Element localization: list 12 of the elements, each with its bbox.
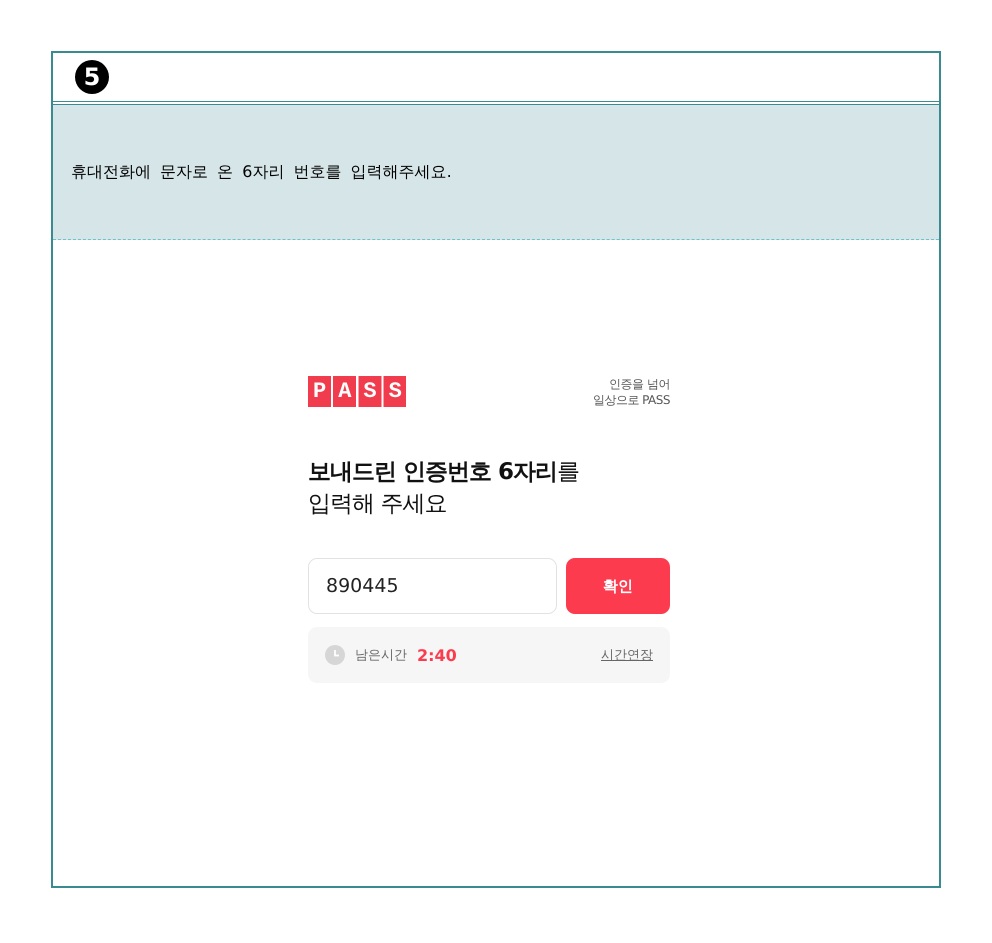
slogan-text: 일상으로 PASS [592,392,670,408]
clock-icon [325,645,345,665]
instruction-text: 휴대전화에 문자로 온 6자리 번호를 입력해주세요. [71,162,452,182]
step-number-badge: 5 [75,60,109,94]
heading-text: 입력해 주세요 [308,490,448,519]
heading-text: 보내드린 인증번호 6자리를 [308,458,580,487]
remaining-time-label: 남은시간 [355,647,407,664]
remaining-time: 2:40 [417,646,457,664]
slogan-text: 인증을 넘어 [609,376,670,392]
confirm-button[interactable]: 확인 [566,558,670,614]
code-input-field[interactable]: 890445 [308,558,557,614]
extend-time-link[interactable]: 시간연장 [601,646,653,664]
